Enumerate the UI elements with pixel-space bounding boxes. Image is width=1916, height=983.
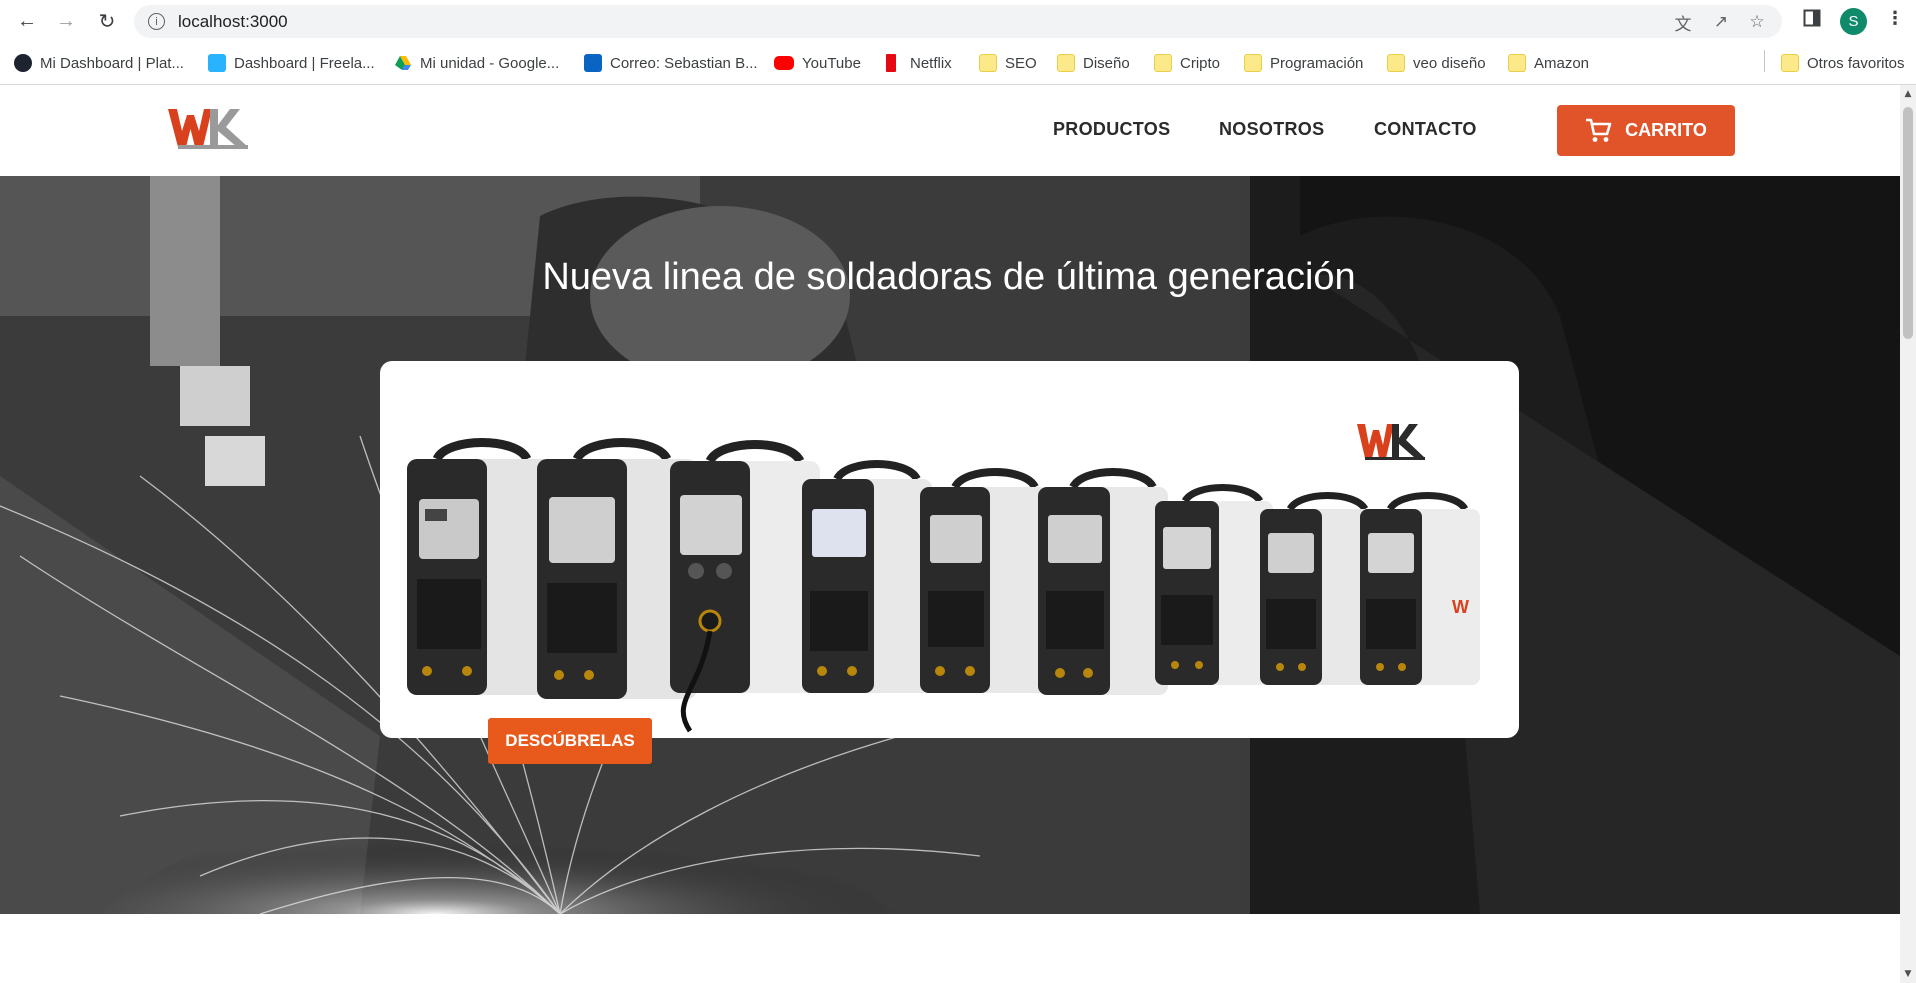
scrollbar-thumb[interactable]: [1903, 107, 1913, 339]
welders-product-image: W: [407, 424, 1480, 733]
product-banner-card: W: [380, 361, 1519, 738]
nav-link-about[interactable]: NOSOTROS: [1219, 119, 1324, 140]
folder-icon: [1244, 54, 1262, 72]
reload-icon[interactable]: ↻: [94, 8, 120, 34]
bookmark-item[interactable]: Dashboard | Freela...: [208, 52, 375, 74]
share-icon[interactable]: ↗: [1710, 12, 1732, 32]
translate-icon[interactable]: 文: [1672, 12, 1694, 35]
address-bar[interactable]: i localhost:3000 文 ↗ ☆: [134, 5, 1782, 38]
profile-avatar[interactable]: S: [1840, 8, 1867, 35]
bookmarks-divider: [1764, 50, 1765, 72]
bookmarks-bar: Mi Dashboard | Plat... Dashboard | Freel…: [0, 42, 1916, 85]
card-wk-logo: [1357, 424, 1425, 460]
forward-arrow-icon[interactable]: →: [53, 8, 79, 34]
welder-units: W: [407, 438, 1480, 733]
hero-section: Nueva linea de soldadoras de última gene…: [0, 176, 1900, 914]
netflix-icon: [886, 54, 896, 72]
hero-title: Nueva linea de soldadoras de última gene…: [542, 256, 1356, 298]
freelancer-icon: [208, 54, 226, 72]
bookmark-star-icon[interactable]: ☆: [1746, 12, 1768, 32]
bookmark-item[interactable]: Correo: Sebastian B...: [584, 52, 758, 74]
url-text: localhost:3000: [178, 12, 288, 31]
page-scrollbar[interactable]: ▲ ▼: [1900, 85, 1916, 983]
discover-button[interactable]: DESCÚBRELAS: [488, 718, 652, 764]
folder-icon: [979, 54, 997, 72]
nav-link-contact[interactable]: CONTACTO: [1374, 119, 1477, 140]
wk-logo[interactable]: [168, 107, 250, 153]
nav-link-products[interactable]: PRODUCTOS: [1053, 119, 1170, 140]
bookmark-folder[interactable]: SEO: [979, 52, 1037, 74]
bookmark-item[interactable]: Mi Dashboard | Plat...: [14, 52, 184, 74]
bookmark-folder[interactable]: Programación: [1244, 52, 1363, 74]
other-bookmarks[interactable]: Otros favoritos: [1781, 52, 1905, 74]
bookmark-folder[interactable]: Cripto: [1154, 52, 1220, 74]
outlook-icon: [584, 54, 602, 72]
site-header: PRODUCTOS NOSOTROS CONTACTO CARRITO: [0, 85, 1900, 176]
google-drive-icon: [394, 54, 412, 72]
menu-kebab-icon[interactable]: ⋮: [1886, 8, 1904, 29]
scroll-up-arrow-icon[interactable]: ▲: [1903, 89, 1913, 99]
folder-icon: [1154, 54, 1172, 72]
cart-button[interactable]: CARRITO: [1557, 105, 1735, 156]
browser-toolbar: ← → ↻ i localhost:3000 文 ↗ ☆ S ⋮: [0, 0, 1916, 42]
scroll-down-arrow-icon[interactable]: ▼: [1903, 969, 1913, 979]
folder-icon: [1781, 54, 1799, 72]
folder-icon: [1057, 54, 1075, 72]
bookmark-item[interactable]: Mi unidad - Google...: [394, 52, 559, 74]
site-info-icon[interactable]: i: [148, 13, 165, 30]
folder-icon: [1387, 54, 1405, 72]
cart-icon: [1586, 118, 1612, 142]
bookmark-folder[interactable]: Diseño: [1057, 52, 1130, 74]
svg-text:W: W: [1452, 597, 1469, 617]
youtube-icon: [774, 56, 794, 70]
platzi-icon: [14, 54, 32, 72]
bookmark-folder[interactable]: veo diseño: [1387, 52, 1486, 74]
bookmark-item[interactable]: YouTube: [774, 52, 861, 74]
cart-label: CARRITO: [1625, 120, 1707, 140]
side-panel-icon[interactable]: [1803, 9, 1821, 32]
bookmark-item[interactable]: Netflix: [886, 52, 952, 74]
bookmark-folder[interactable]: Amazon: [1508, 52, 1589, 74]
back-arrow-icon[interactable]: ←: [14, 8, 40, 34]
folder-icon: [1508, 54, 1526, 72]
